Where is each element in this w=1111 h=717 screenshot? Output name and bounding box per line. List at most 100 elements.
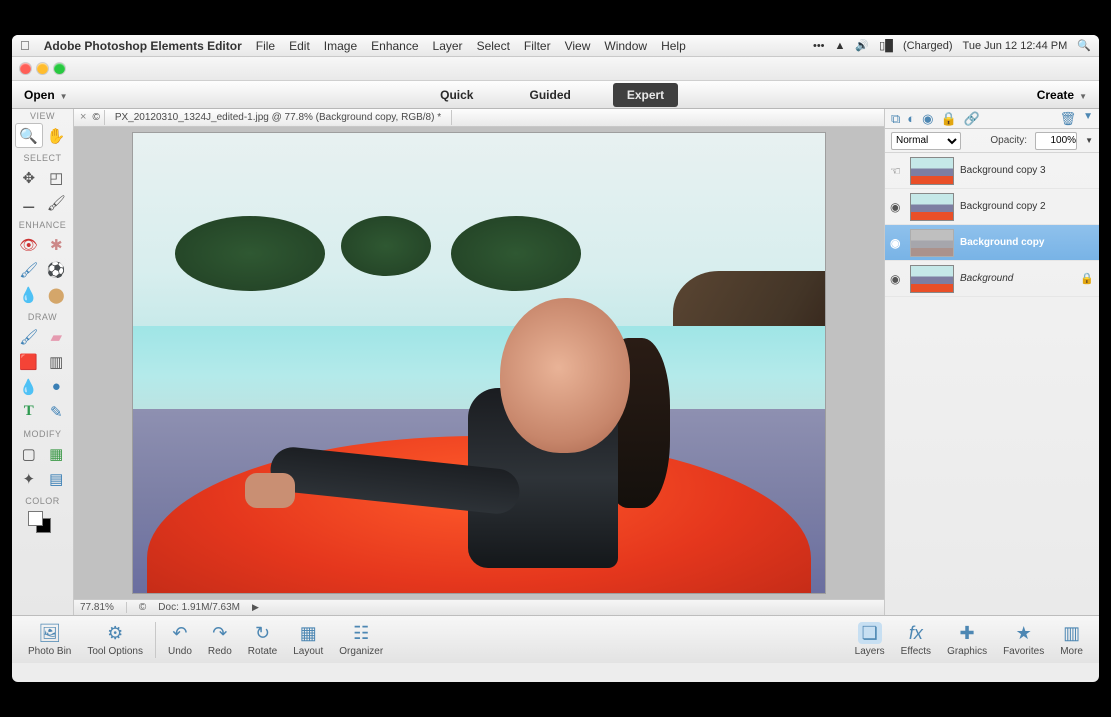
layer-name[interactable]: Background — [960, 273, 1074, 284]
zoom-tool[interactable]: 🔍 — [15, 123, 43, 148]
hand-tool[interactable]: ✋ — [43, 123, 71, 148]
eyedropper-tool[interactable]: 💧 — [15, 374, 43, 399]
blur-tool[interactable]: 💧 — [15, 282, 43, 307]
wifi-icon[interactable]: ▲ — [835, 40, 846, 52]
menu-edit[interactable]: Edit — [289, 39, 310, 53]
menu-file[interactable]: File — [256, 39, 275, 53]
organizer-button[interactable]: ☷Organizer — [331, 620, 391, 659]
link-layers-icon[interactable]: 🔗 — [964, 111, 980, 127]
layer-mask-icon[interactable]: ◐ — [907, 111, 915, 127]
clock[interactable]: Tue Jun 12 12:44 PM — [963, 40, 1068, 52]
rotate-button[interactable]: ↻Rotate — [240, 620, 285, 659]
layer-row[interactable]: ◉ Background copy 2 — [885, 189, 1099, 225]
redo-button[interactable]: ↷Redo — [200, 620, 240, 659]
cookie-cutter-tool[interactable]: ✦ — [15, 466, 43, 491]
smart-brush-tool[interactable]: 🖌 — [15, 257, 43, 282]
layer-row[interactable]: ◉ Background copy — [885, 225, 1099, 261]
menu-view[interactable]: View — [565, 39, 591, 53]
delete-layer-icon[interactable]: 🗑 — [1060, 111, 1077, 127]
layer-row[interactable]: ☜ Background copy 3 — [885, 153, 1099, 189]
brush-tool[interactable]: 🖌 — [15, 324, 43, 349]
panel-menu-icon[interactable]: ▼ — [1083, 111, 1093, 127]
spotlight-icon[interactable]: 🔍 — [1077, 39, 1091, 52]
blend-mode-select[interactable]: Normal — [891, 132, 961, 150]
move-tool[interactable]: ✥ — [15, 165, 43, 190]
tab-quick[interactable]: Quick — [426, 83, 487, 107]
foreground-swatch[interactable] — [28, 511, 43, 526]
straighten-tool[interactable]: ▤ — [43, 466, 71, 491]
tab-close-icon[interactable]: × — [80, 111, 86, 123]
canvas[interactable] — [74, 127, 884, 599]
info-chevron-icon[interactable]: ▶ — [252, 602, 259, 613]
visibility-toggle-icon[interactable]: ◉ — [890, 272, 904, 286]
menu-window[interactable]: Window — [604, 39, 647, 53]
visibility-toggle-icon[interactable]: ◉ — [890, 236, 904, 250]
photo-bin-button[interactable]: 🖼Photo Bin — [20, 620, 79, 659]
recompose-tool[interactable]: ▦ — [43, 441, 71, 466]
menu-layer[interactable]: Layer — [433, 39, 463, 53]
lock-layer-icon[interactable]: 🔒 — [941, 111, 957, 127]
graphics-button[interactable]: ✚Graphics — [939, 620, 995, 659]
opacity-input[interactable] — [1035, 132, 1077, 150]
menu-help[interactable]: Help — [661, 39, 686, 53]
opacity-chevron-icon[interactable]: ▼ — [1085, 136, 1093, 145]
visibility-toggle-icon[interactable]: ◉ — [890, 200, 904, 214]
menu-enhance[interactable]: Enhance — [371, 39, 418, 53]
layer-row[interactable]: ◉ Background 🔒 — [885, 261, 1099, 297]
layer-name[interactable]: Background copy 2 — [960, 201, 1094, 212]
layout-button[interactable]: ▦Layout — [285, 620, 331, 659]
eraser-tool[interactable]: ▰ — [43, 324, 71, 349]
visibility-toggle-icon[interactable]: ☜ — [890, 164, 904, 178]
doc-info[interactable]: Doc: 1.91M/7.63M — [158, 602, 240, 613]
pencil-tool[interactable]: ✎ — [43, 399, 71, 424]
zoom-readout[interactable]: 77.81% — [80, 602, 127, 613]
tab-guided[interactable]: Guided — [515, 83, 584, 107]
adjustment-layer-icon[interactable]: ◉ — [922, 111, 933, 127]
lock-icon: 🔒 — [1080, 272, 1094, 285]
shape-tool[interactable]: ● — [43, 374, 71, 399]
menu-select[interactable]: Select — [477, 39, 510, 53]
tab-expert[interactable]: Expert — [613, 83, 678, 107]
apple-icon[interactable]:  — [20, 38, 30, 53]
menu-filter[interactable]: Filter — [524, 39, 551, 53]
layer-thumbnail[interactable] — [910, 265, 954, 293]
overflow-icon[interactable]: ••• — [813, 40, 825, 52]
type-tool[interactable]: T — [15, 399, 43, 424]
close-window-button[interactable] — [20, 63, 31, 74]
fill-tool[interactable]: 🟥 — [15, 349, 43, 374]
lasso-tool[interactable]: ⚊ — [15, 190, 43, 215]
battery-icon[interactable]: ▯█ — [879, 39, 893, 52]
crop-tool[interactable]: ▢ — [15, 441, 43, 466]
clone-stamp-tool[interactable]: ⚽ — [43, 257, 71, 282]
image-canvas[interactable] — [133, 133, 825, 593]
open-button[interactable]: Open▼ — [24, 88, 68, 102]
gradient-tool[interactable]: ▥ — [43, 349, 71, 374]
zoom-window-button[interactable] — [54, 63, 65, 74]
layer-name[interactable]: Background copy 3 — [960, 165, 1094, 176]
create-button[interactable]: Create▼ — [1037, 88, 1087, 102]
volume-icon[interactable]: 🔊 — [855, 39, 869, 52]
layer-thumbnail[interactable] — [910, 229, 954, 257]
layers-button[interactable]: ❏Layers — [847, 620, 893, 659]
layer-thumbnail[interactable] — [910, 193, 954, 221]
document-tab[interactable]: PX_20120310_1324J_edited-1.jpg @ 77.8% (… — [104, 110, 452, 125]
layer-thumbnail[interactable] — [910, 157, 954, 185]
new-layer-icon[interactable]: ⧉ — [891, 111, 900, 127]
menu-image[interactable]: Image — [324, 39, 357, 53]
favorites-button[interactable]: ★Favorites — [995, 620, 1052, 659]
quick-select-tool[interactable]: 🖌 — [43, 190, 71, 215]
more-button[interactable]: ▥More — [1052, 620, 1091, 659]
effects-icon: fx — [909, 622, 923, 644]
section-draw: DRAW — [12, 310, 73, 324]
app-name[interactable]: Adobe Photoshop Elements Editor — [44, 39, 242, 53]
effects-button[interactable]: fxEffects — [893, 620, 939, 659]
layer-name[interactable]: Background copy — [960, 237, 1094, 248]
tool-options-button[interactable]: ⚙Tool Options — [79, 620, 151, 659]
minimize-window-button[interactable] — [37, 63, 48, 74]
spot-heal-tool[interactable]: ✱ — [43, 232, 71, 257]
undo-button[interactable]: ↶Undo — [160, 620, 200, 659]
marquee-tool[interactable]: ◰ — [43, 165, 71, 190]
color-picker[interactable] — [12, 508, 73, 534]
redeye-tool[interactable]: 👁 — [15, 232, 43, 257]
sponge-tool[interactable]: ⬤ — [43, 282, 71, 307]
